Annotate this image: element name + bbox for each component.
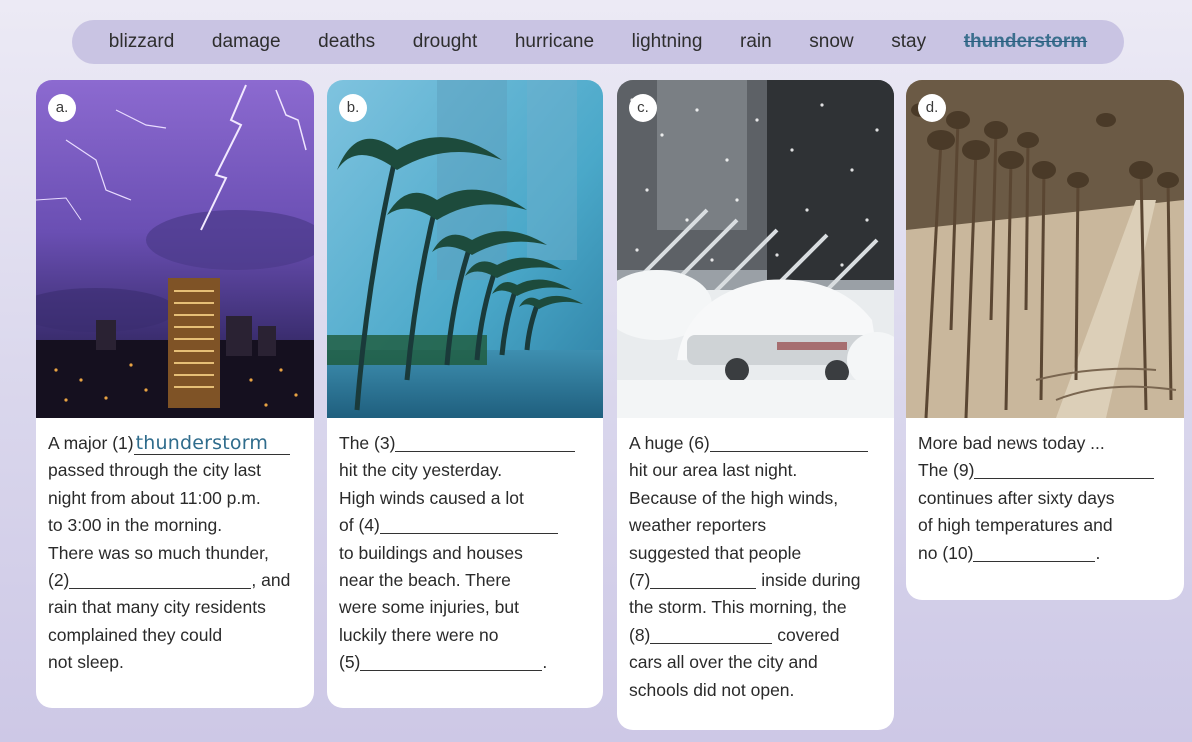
card-d: d. More bad news today ... The (9) conti…	[906, 80, 1184, 600]
text-line: night from about 11:00 p.m.	[48, 487, 261, 508]
word-bank: blizzard damage deaths drought hurricane…	[72, 20, 1124, 64]
blank-8[interactable]	[650, 624, 773, 644]
text-line: More bad news today ...	[918, 433, 1105, 453]
blank-7[interactable]	[650, 569, 757, 590]
blank-5[interactable]	[360, 651, 543, 672]
text-line: cars all over the city and	[629, 652, 818, 673]
text-line: inside during	[761, 570, 861, 591]
text-line: rain that many city residents	[48, 597, 266, 618]
text-line: continues after sixty days	[918, 487, 1115, 508]
text-line: There was so much thunder,	[48, 542, 269, 563]
text-line: hit our area last night.	[629, 460, 798, 481]
hurricane-palms-photo: b.	[327, 80, 603, 418]
word-bank-item: stay	[891, 31, 927, 52]
text-line: passed through the city last	[48, 460, 262, 481]
card-text: More bad news today ... The (9) continue…	[906, 418, 1184, 567]
word-bank-item: drought	[412, 31, 478, 52]
text-line: .	[1095, 542, 1101, 563]
text-line: .	[542, 652, 548, 673]
text-line: were some injuries, but	[339, 597, 519, 618]
word-bank-item: damage	[211, 31, 281, 52]
text-line: no (10)	[918, 542, 974, 563]
card-text: A major (1) thunderstorm passed through t…	[36, 418, 314, 677]
text-line: luckily there were no	[339, 624, 499, 645]
text-line: weather reporters	[629, 515, 767, 536]
text-line: Because of the high winds,	[629, 487, 839, 508]
text-line: not sleep.	[48, 652, 124, 673]
text-line: complained they could	[48, 624, 223, 645]
word-bank-item: hurricane	[514, 31, 595, 52]
blank-2[interactable]	[69, 569, 252, 590]
card-c: c. A huge (6) hit our area last night. B…	[617, 80, 894, 730]
text-line: The (3)	[339, 433, 396, 453]
blank-4[interactable]	[379, 514, 558, 535]
card-letter-badge: b.	[339, 94, 367, 122]
word-bank-item: rain	[740, 31, 772, 52]
blank-3[interactable]	[395, 432, 576, 452]
text-line: (5)	[339, 652, 361, 673]
text-line: schools did not open.	[629, 679, 795, 700]
blank-10[interactable]	[973, 542, 1096, 562]
word-bank-item: snow	[809, 31, 854, 52]
text-line: the storm. This morning, the	[629, 597, 847, 618]
answer-1: thunderstorm	[133, 432, 290, 455]
text-line: hit the city yesterday.	[339, 460, 503, 481]
blizzard-cars-photo: c.	[617, 80, 894, 418]
card-text: A huge (6) hit our area last night. Beca…	[617, 418, 894, 704]
text-line: (8)	[629, 624, 651, 645]
text-line: covered	[777, 624, 840, 645]
text-line: A huge (6)	[629, 433, 710, 453]
word-bank-item: blizzard	[108, 31, 175, 52]
text-line: near the beach. There	[339, 570, 511, 591]
text-line: , and	[251, 570, 291, 591]
card-text: The (3) hit the city yesterday. High win…	[327, 418, 603, 677]
text-line: of high temperatures and	[918, 515, 1113, 536]
card-letter-badge: a.	[48, 94, 76, 122]
text-line: A major (1)	[48, 433, 134, 453]
lightning-city-photo: a.	[36, 80, 314, 418]
text-line: The (9)	[918, 460, 975, 481]
text-line: (7)	[629, 570, 651, 591]
card-letter-badge: d.	[918, 94, 946, 122]
text-line: suggested that people	[629, 542, 802, 563]
text-line: to buildings and houses	[339, 542, 523, 563]
card-a: a. A major (1) thunderstorm passed throug…	[36, 80, 314, 708]
card-letter-badge: c.	[629, 94, 657, 122]
card-b: b. The (3) hit the city yesterday. High …	[327, 80, 603, 708]
text-line: (2)	[48, 570, 70, 591]
word-bank-item: lightning	[631, 31, 703, 52]
text-line: to 3:00 in the morning.	[48, 515, 223, 536]
text-line: High winds caused a lot	[339, 487, 524, 508]
text-line: of (4)	[339, 515, 380, 536]
word-bank-item-used: thunderstorm	[963, 31, 1088, 52]
blank-9[interactable]	[974, 459, 1155, 480]
word-bank-item: deaths	[318, 31, 376, 52]
drought-field-photo: d.	[906, 80, 1184, 418]
blank-6[interactable]	[709, 432, 868, 452]
